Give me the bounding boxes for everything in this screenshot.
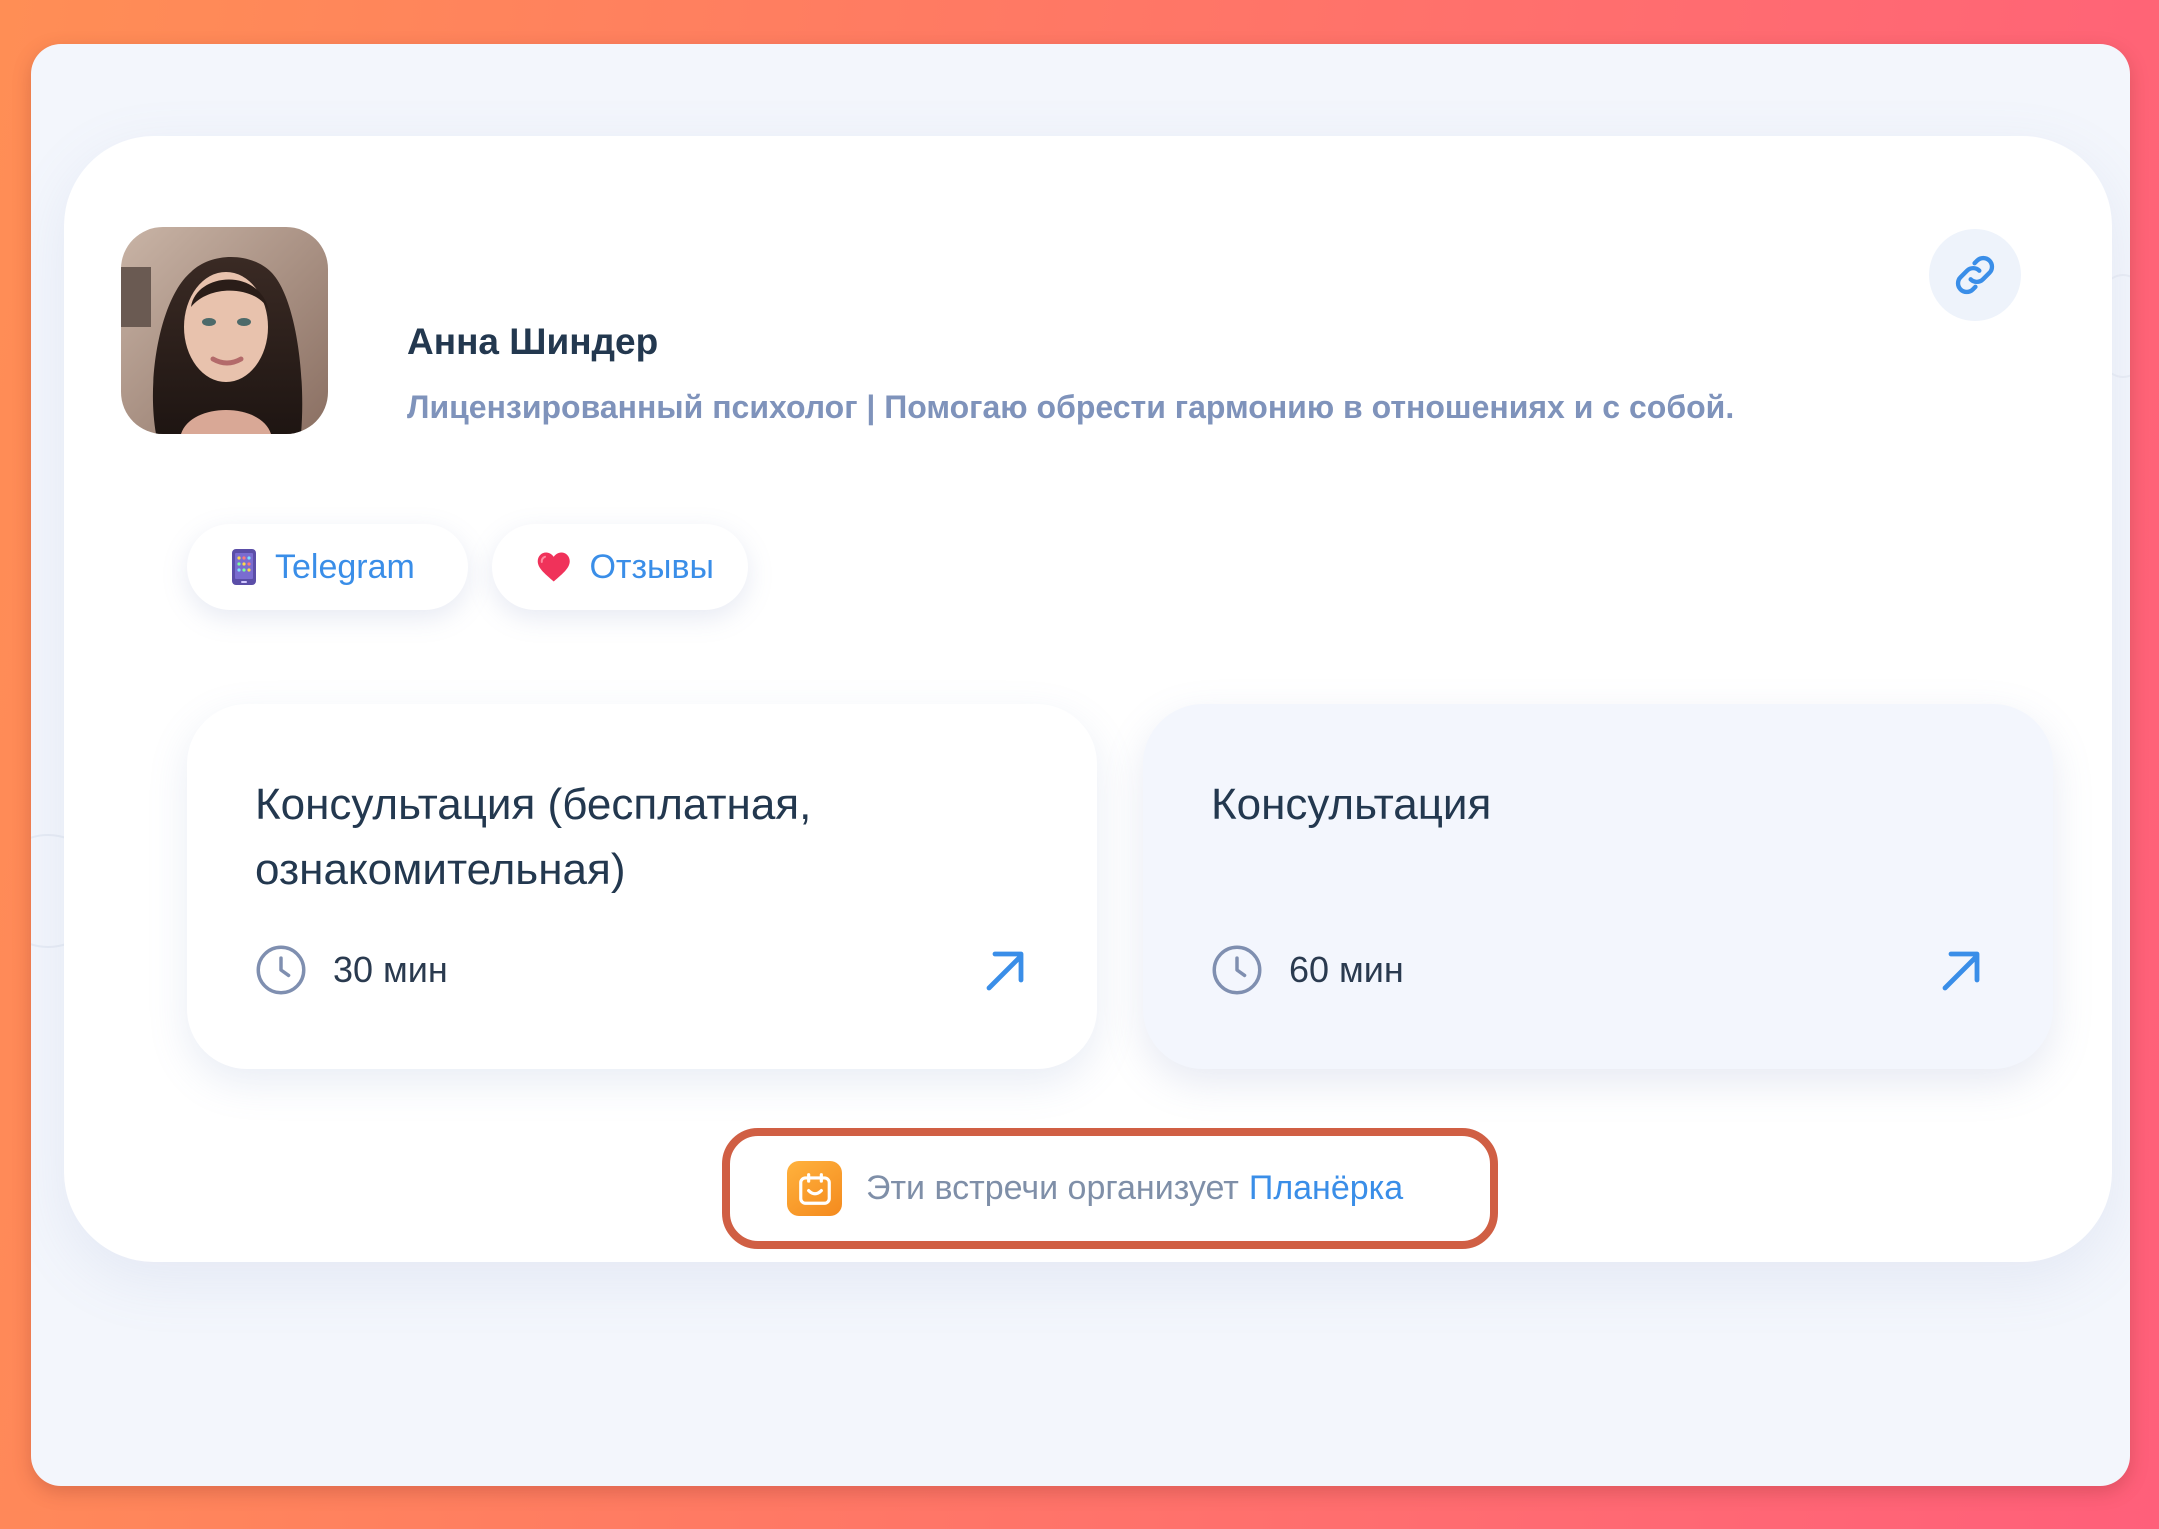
event-duration-row: 30 мин xyxy=(255,944,448,996)
calendar-icon xyxy=(798,1172,831,1205)
reviews-label: Отзывы xyxy=(589,547,714,586)
telegram-link[interactable]: Telegram xyxy=(187,524,468,610)
event-title: Консультация xyxy=(1211,780,1492,829)
planerka-logo xyxy=(787,1161,842,1216)
link-icon xyxy=(1955,255,1995,295)
reviews-link[interactable]: Отзывы xyxy=(492,524,748,610)
powered-by-banner[interactable]: Эти встречи организует Планёрка xyxy=(722,1128,1498,1249)
footer-text: Эти встречи организует xyxy=(866,1169,1239,1207)
profile-description: Лицензированный психолог | Помогаю обрес… xyxy=(407,389,1735,425)
event-duration: 60 мин xyxy=(1289,949,1404,990)
event-title: Консультация (бесплатная, ознакомительна… xyxy=(255,780,812,894)
heart-icon xyxy=(537,552,570,582)
phone-icon xyxy=(232,549,256,585)
avatar xyxy=(121,227,328,434)
event-duration-row: 60 мин xyxy=(1211,944,1404,996)
app-window: Анна Шиндер Лицензированный психолог | П… xyxy=(31,44,2130,1486)
arrow-up-right-icon xyxy=(986,951,1024,991)
profile-card xyxy=(64,136,2112,1262)
copy-link-button[interactable] xyxy=(1929,229,2021,321)
event-card[interactable]: Консультация (бесплатная, ознакомительна… xyxy=(187,704,1097,1069)
planerka-link[interactable]: Планёрка xyxy=(1249,1169,1403,1208)
clock-icon xyxy=(1212,945,1262,995)
profile-name: Анна Шиндер xyxy=(407,321,659,362)
arrow-up-right-icon xyxy=(1942,951,1980,991)
event-card[interactable]: Консультация 60 мин xyxy=(1143,704,2053,1069)
event-duration: 30 мин xyxy=(333,949,448,990)
telegram-label: Telegram xyxy=(275,547,415,586)
avatar-photo xyxy=(121,227,328,434)
clock-icon xyxy=(256,945,306,995)
